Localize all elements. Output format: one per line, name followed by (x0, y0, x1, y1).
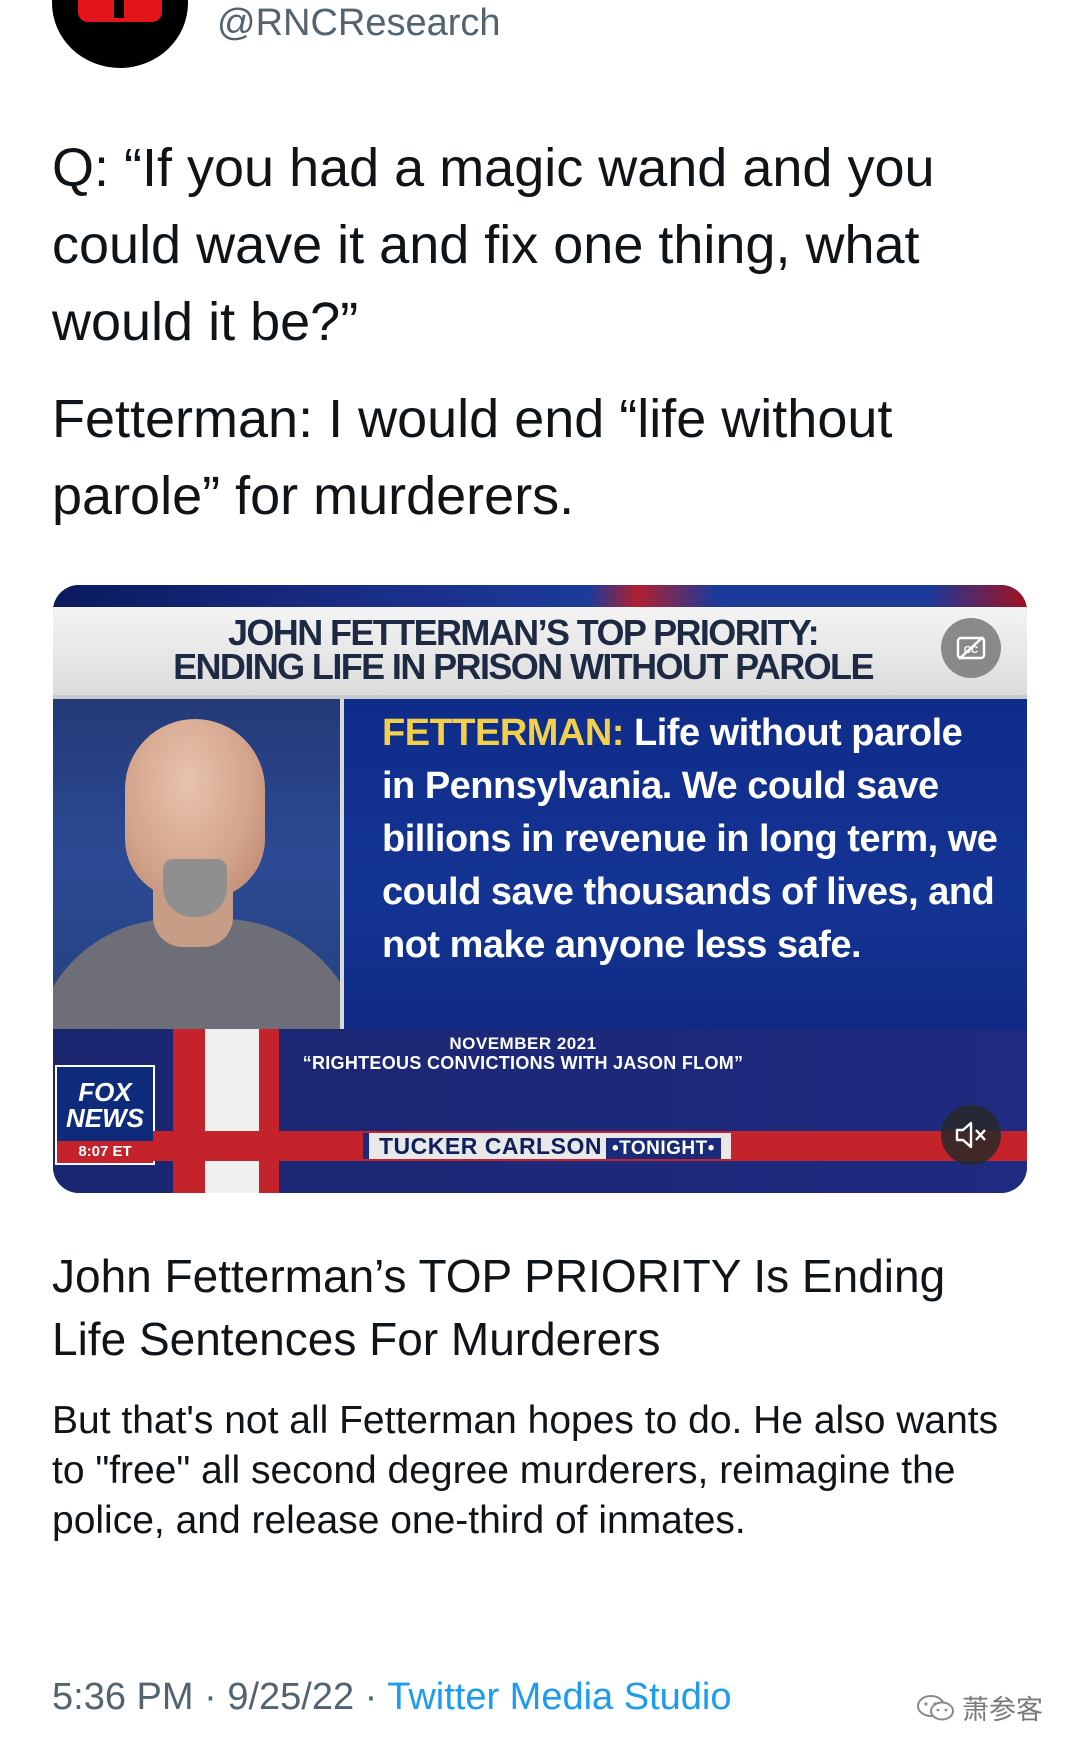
tweet-text-question: Q: “If you had a magic wand and you coul… (52, 138, 935, 352)
fox-news-logo: FOX NEWS 8:07 ET (55, 1065, 155, 1165)
mute-button[interactable] (941, 1105, 1001, 1165)
user-handle[interactable]: @RNCResearch (217, 2, 501, 45)
watermark: 萧参客 (916, 1688, 1043, 1727)
avatar[interactable] (52, 0, 188, 68)
rnc-logo-icon (78, 0, 162, 22)
source-show-line: “RIGHTEOUS CONVICTIONS WITH JASON FLOM” (302, 1053, 744, 1073)
closed-captions-icon: CC (956, 636, 986, 660)
tweet-text: Q: “If you had a magic wand and you coul… (52, 130, 1042, 535)
watermark-text: 萧参客 (962, 1695, 1043, 1725)
wechat-icon (917, 1694, 954, 1720)
ticker-bar: TUCKER CARLSON •TONIGHT• (153, 1131, 1027, 1161)
tweet-meta: 5:36 PM · 9/25/22 · Twitter Media Studio (52, 1676, 732, 1718)
tweet-date[interactable]: 9/25/22 (227, 1676, 354, 1718)
video-top-strip (53, 585, 1027, 607)
card-title[interactable]: John Fetterman’s TOP PRIORITY Is Ending … (52, 1245, 1032, 1371)
video-banner: JOHN FETTERMAN’S TOP PRIORITY: ENDING LI… (53, 607, 1027, 699)
speaker-photo (53, 699, 344, 1029)
date-line: NOVEMBER 2021 (449, 1034, 597, 1053)
video-player[interactable]: JOHN FETTERMAN’S TOP PRIORITY: ENDING LI… (53, 585, 1027, 1193)
quote-speaker: FETTERMAN: (382, 712, 624, 754)
muted-speaker-icon (955, 1121, 986, 1149)
card-description: But that's not all Fetterman hopes to do… (52, 1399, 999, 1542)
show-name: TUCKER CARLSON •TONIGHT• (363, 1133, 731, 1159)
tweet-time[interactable]: 5:36 PM (52, 1676, 194, 1718)
tweet-text-answer: Fetterman: I would end “life without par… (52, 389, 893, 526)
banner-line-2: ENDING LIFE IN PRISON WITHOUT PAROLE (173, 646, 874, 687)
captions-button[interactable]: CC (941, 618, 1001, 678)
broadcast-time: 8:07 ET (57, 1141, 153, 1163)
quote-box: FETTERMAN: Life without parole in Pennsy… (344, 699, 1027, 1029)
tweet-source-link[interactable]: Twitter Media Studio (387, 1676, 731, 1718)
